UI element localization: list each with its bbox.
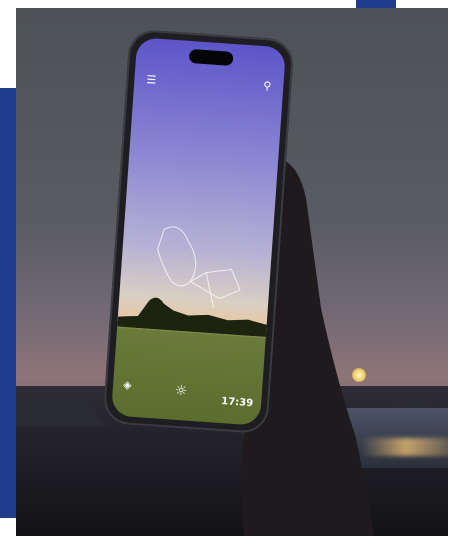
photo: ☰ ⚲ ◈ ☼ 17:39 bbox=[16, 8, 448, 536]
search-icon[interactable]: ⚲ bbox=[263, 79, 272, 93]
phone-screen: ☰ ⚲ ◈ ☼ 17:39 bbox=[110, 37, 287, 426]
layers-icon[interactable]: ◈ bbox=[123, 378, 132, 392]
clock: 17:39 bbox=[220, 396, 254, 410]
menu-icon[interactable]: ☰ bbox=[146, 73, 157, 87]
dynamic-island bbox=[188, 48, 234, 66]
settings-icon[interactable]: ☼ bbox=[174, 383, 188, 400]
frame-accent-top bbox=[356, 0, 396, 8]
phone: ☰ ⚲ ◈ ☼ 17:39 bbox=[102, 28, 295, 435]
